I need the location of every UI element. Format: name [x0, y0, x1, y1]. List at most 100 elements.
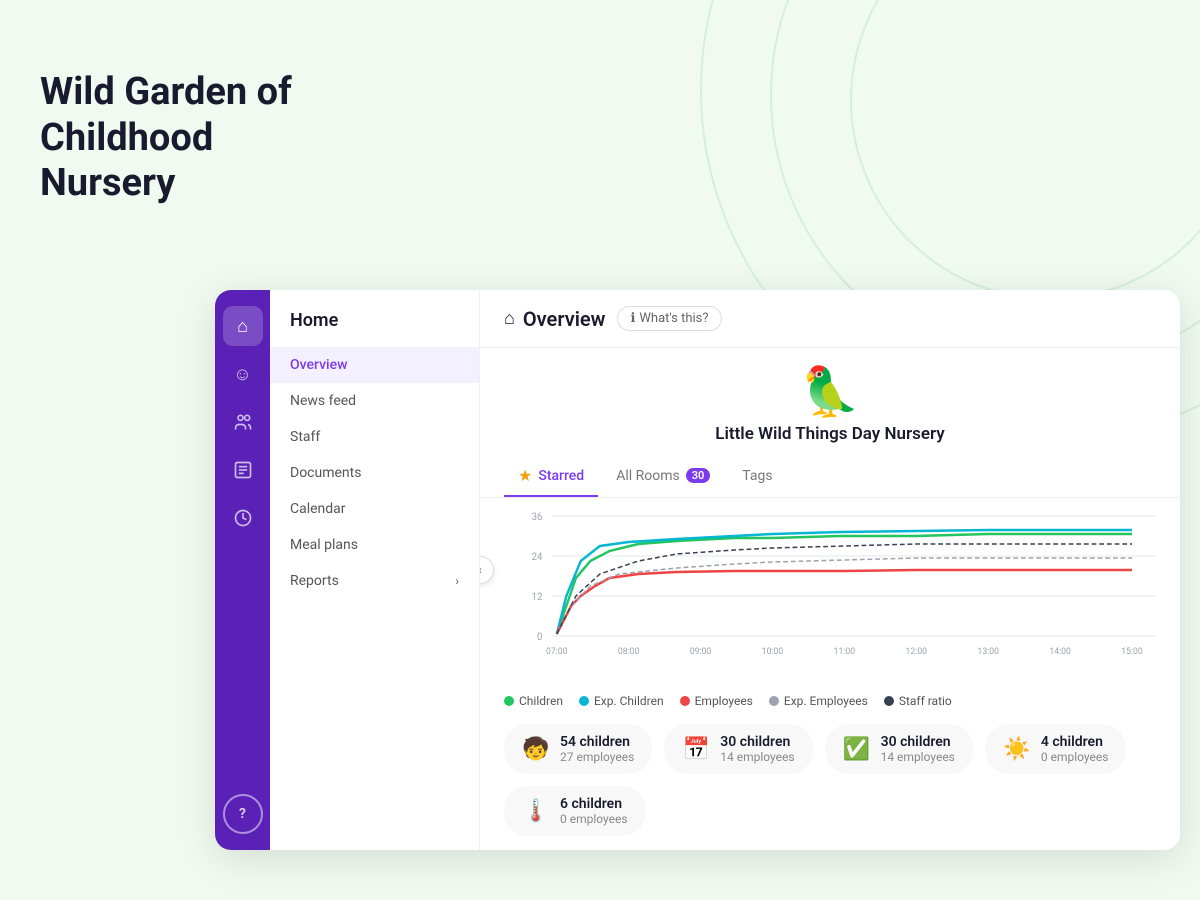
tab-all-rooms-label: All Rooms [616, 468, 680, 484]
sidebar-icon-finance[interactable] [223, 498, 263, 538]
tabs-row: ★ Starred All Rooms 30 Tags [480, 456, 1180, 498]
all-rooms-badge: 30 [686, 468, 711, 483]
whats-this-button[interactable]: ℹ What's this? [617, 306, 721, 331]
sidebar-icon-help[interactable]: ? [223, 794, 263, 834]
sidebar-icon-staff[interactable] [223, 402, 263, 442]
toucan-icon: 🦜 [800, 368, 860, 416]
sidebar-icon-home[interactable]: ⌂ [223, 306, 263, 346]
sidebar-icon-documents[interactable] [223, 450, 263, 490]
whats-this-label: What's this? [639, 311, 708, 326]
stat-info-check: 30 children 14 employees [881, 734, 955, 764]
nav-item-staff[interactable]: Staff [270, 419, 479, 455]
nav-label-reports: Reports [290, 573, 339, 589]
stat-info-calendar: 30 children 14 employees [720, 734, 794, 764]
stats-row: 🧒 54 children 27 employees 📅 30 children… [480, 714, 1180, 850]
stat-sub-total: 27 employees [560, 750, 634, 764]
stat-icon-temp: 🌡️ [522, 799, 550, 824]
exp-children-dot [579, 696, 589, 706]
legend-staff-ratio: Staff ratio [884, 694, 952, 708]
stat-icon-check: ✅ [843, 737, 871, 762]
content-header: ⌂ Overview ℹ What's this? [480, 290, 1180, 348]
star-icon: ★ [518, 466, 532, 485]
nav-label-overview: Overview [290, 357, 347, 373]
icon-sidebar: ⌂ ☺ ? [215, 290, 270, 850]
stat-info-total: 54 children 27 employees [560, 734, 634, 764]
chart-svg: 36 24 12 0 07:00 08:00 09:00 10:00 11:00… [504, 506, 1156, 686]
main-container: ⌂ ☺ ? Home Overview News feed [215, 290, 1180, 850]
stat-sub-sun: 0 employees [1041, 750, 1109, 764]
nav-header: Home [270, 310, 479, 347]
sidebar-icon-children[interactable]: ☺ [223, 354, 263, 394]
stat-main-total: 54 children [560, 734, 634, 750]
svg-text:24: 24 [532, 552, 543, 563]
tab-starred-label: Starred [538, 468, 584, 484]
sidebar-bottom: ? [223, 794, 263, 834]
nav-item-calendar[interactable]: Calendar [270, 491, 479, 527]
nav-item-overview[interactable]: Overview [270, 347, 479, 383]
content-title: ⌂ Overview [504, 307, 605, 331]
nav-item-news-feed[interactable]: News feed [270, 383, 479, 419]
staff-ratio-dot [884, 696, 894, 706]
app-title: Wild Garden of Childhood Nursery [40, 70, 292, 207]
stat-temp-children: 🌡️ 6 children 0 employees [504, 786, 646, 836]
home-icon-small: ⌂ [504, 308, 515, 329]
stat-icon-sun: ☀️ [1003, 737, 1031, 762]
svg-text:07:00: 07:00 [546, 647, 567, 657]
nav-label-calendar: Calendar [290, 501, 346, 517]
stat-sub-temp: 0 employees [560, 812, 628, 826]
nav-label-meal-plans: Meal plans [290, 537, 358, 553]
nursery-name: Little Wild Things Day Nursery [715, 424, 944, 444]
svg-text:12:00: 12:00 [906, 647, 927, 657]
nav-panel: Home Overview News feed Staff Documents … [270, 290, 480, 850]
reports-chevron: › [455, 574, 459, 588]
svg-text:11:00: 11:00 [834, 647, 855, 657]
exp-employees-label: Exp. Employees [784, 694, 868, 708]
stat-icon-total: 🧒 [522, 737, 550, 762]
svg-text:14:00: 14:00 [1049, 647, 1070, 657]
stat-sub-check: 14 employees [881, 750, 955, 764]
tab-tags-label: Tags [742, 468, 772, 484]
nav-label-staff: Staff [290, 429, 320, 445]
stat-check-children: ✅ 30 children 14 employees [825, 724, 973, 774]
stat-sun-children: ☀️ 4 children 0 employees [985, 724, 1127, 774]
nav-item-documents[interactable]: Documents [270, 455, 479, 491]
legend-employees: Employees [680, 694, 753, 708]
chart-legend: Children Exp. Children Employees Exp. Em… [504, 686, 1156, 714]
children-dot [504, 696, 514, 706]
stat-info-sun: 4 children 0 employees [1041, 734, 1109, 764]
tab-starred[interactable]: ★ Starred [504, 456, 598, 497]
info-icon: ℹ [630, 311, 635, 326]
stat-main-calendar: 30 children [720, 734, 794, 750]
legend-children: Children [504, 694, 563, 708]
svg-text:13:00: 13:00 [977, 647, 998, 657]
stat-total-children: 🧒 54 children 27 employees [504, 724, 652, 774]
nav-item-meal-plans[interactable]: Meal plans [270, 527, 479, 563]
nursery-brand: 🦜 Little Wild Things Day Nursery [480, 348, 1180, 456]
stat-calendar-children: 📅 30 children 14 employees [664, 724, 812, 774]
exp-children-label: Exp. Children [594, 694, 664, 708]
svg-text:09:00: 09:00 [690, 647, 711, 657]
tab-tags[interactable]: Tags [728, 458, 786, 496]
svg-text:15:00: 15:00 [1121, 647, 1142, 657]
staff-ratio-label: Staff ratio [899, 694, 952, 708]
employees-label: Employees [695, 694, 753, 708]
legend-exp-employees: Exp. Employees [769, 694, 868, 708]
content-area: ‹ ⌂ Overview ℹ What's this? 🦜 Little Wil… [480, 290, 1180, 850]
stat-sub-calendar: 14 employees [720, 750, 794, 764]
legend-exp-children: Exp. Children [579, 694, 664, 708]
nav-item-reports[interactable]: Reports › [270, 563, 479, 599]
nav-label-documents: Documents [290, 465, 361, 481]
svg-text:0: 0 [537, 632, 542, 643]
chart-container: 36 24 12 0 07:00 08:00 09:00 10:00 11:00… [480, 498, 1180, 714]
content-title-text: Overview [523, 307, 606, 331]
svg-text:12: 12 [532, 592, 543, 603]
stat-main-sun: 4 children [1041, 734, 1109, 750]
svg-text:36: 36 [532, 512, 543, 523]
tab-all-rooms[interactable]: All Rooms 30 [602, 458, 724, 496]
stat-main-check: 30 children [881, 734, 955, 750]
exp-employees-dot [769, 696, 779, 706]
stat-main-temp: 6 children [560, 796, 628, 812]
stat-info-temp: 6 children 0 employees [560, 796, 628, 826]
children-label: Children [519, 694, 563, 708]
svg-text:10:00: 10:00 [762, 647, 783, 657]
